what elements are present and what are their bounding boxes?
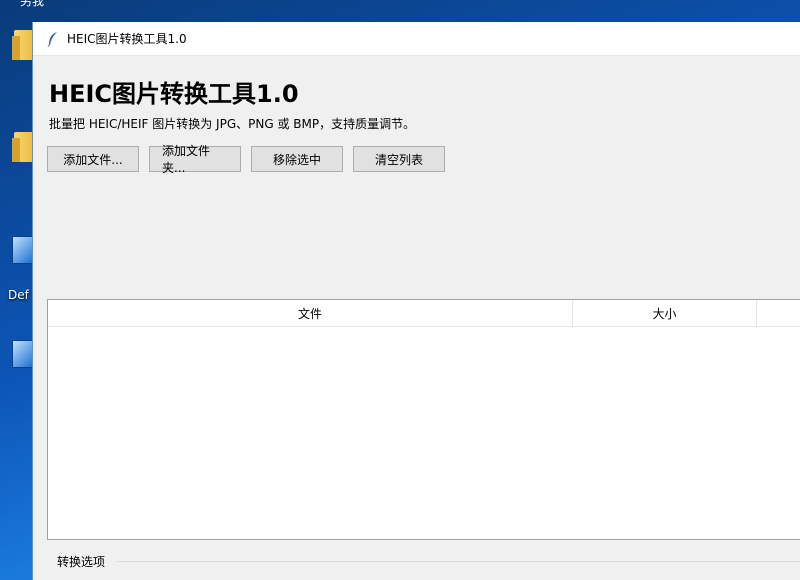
app-window: HEIC图片转换工具1.0 HEIC图片转换工具1.0 批量把 HEIC/HEI… [32,22,800,580]
column-header-size[interactable]: 大小 [573,300,757,326]
column-header-extra [757,300,800,326]
page-subtitle: 批量把 HEIC/HEIF 图片转换为 JPG、PNG 或 BMP，支持质量调节… [49,117,416,131]
clear-list-button[interactable]: 清空列表 [353,146,445,172]
conversion-options-group: 转换选项 [47,550,800,580]
window-title: HEIC图片转换工具1.0 [67,32,187,46]
conversion-options-label: 转换选项 [55,553,108,570]
add-files-button[interactable]: 添加文件... [47,146,139,172]
options-divider [117,561,800,562]
feather-icon [43,31,63,47]
toolbar: 添加文件... 添加文件夹... 移除选中 清空列表 [47,144,445,175]
monitor-icon[interactable] [12,340,34,368]
page-title: HEIC图片转换工具1.0 [49,80,299,108]
desktop-top-label: 另我 [20,0,45,8]
file-table[interactable]: 文件 大小 [47,299,800,540]
title-bar[interactable]: HEIC图片转换工具1.0 [33,22,800,56]
desktop-icon-label: Def [8,288,29,302]
monitor-icon[interactable] [12,236,34,264]
add-folder-button[interactable]: 添加文件夹... [149,144,241,175]
remove-selected-button[interactable]: 移除选中 [251,146,343,172]
column-header-file[interactable]: 文件 [48,300,573,326]
table-header: 文件 大小 [48,300,800,327]
